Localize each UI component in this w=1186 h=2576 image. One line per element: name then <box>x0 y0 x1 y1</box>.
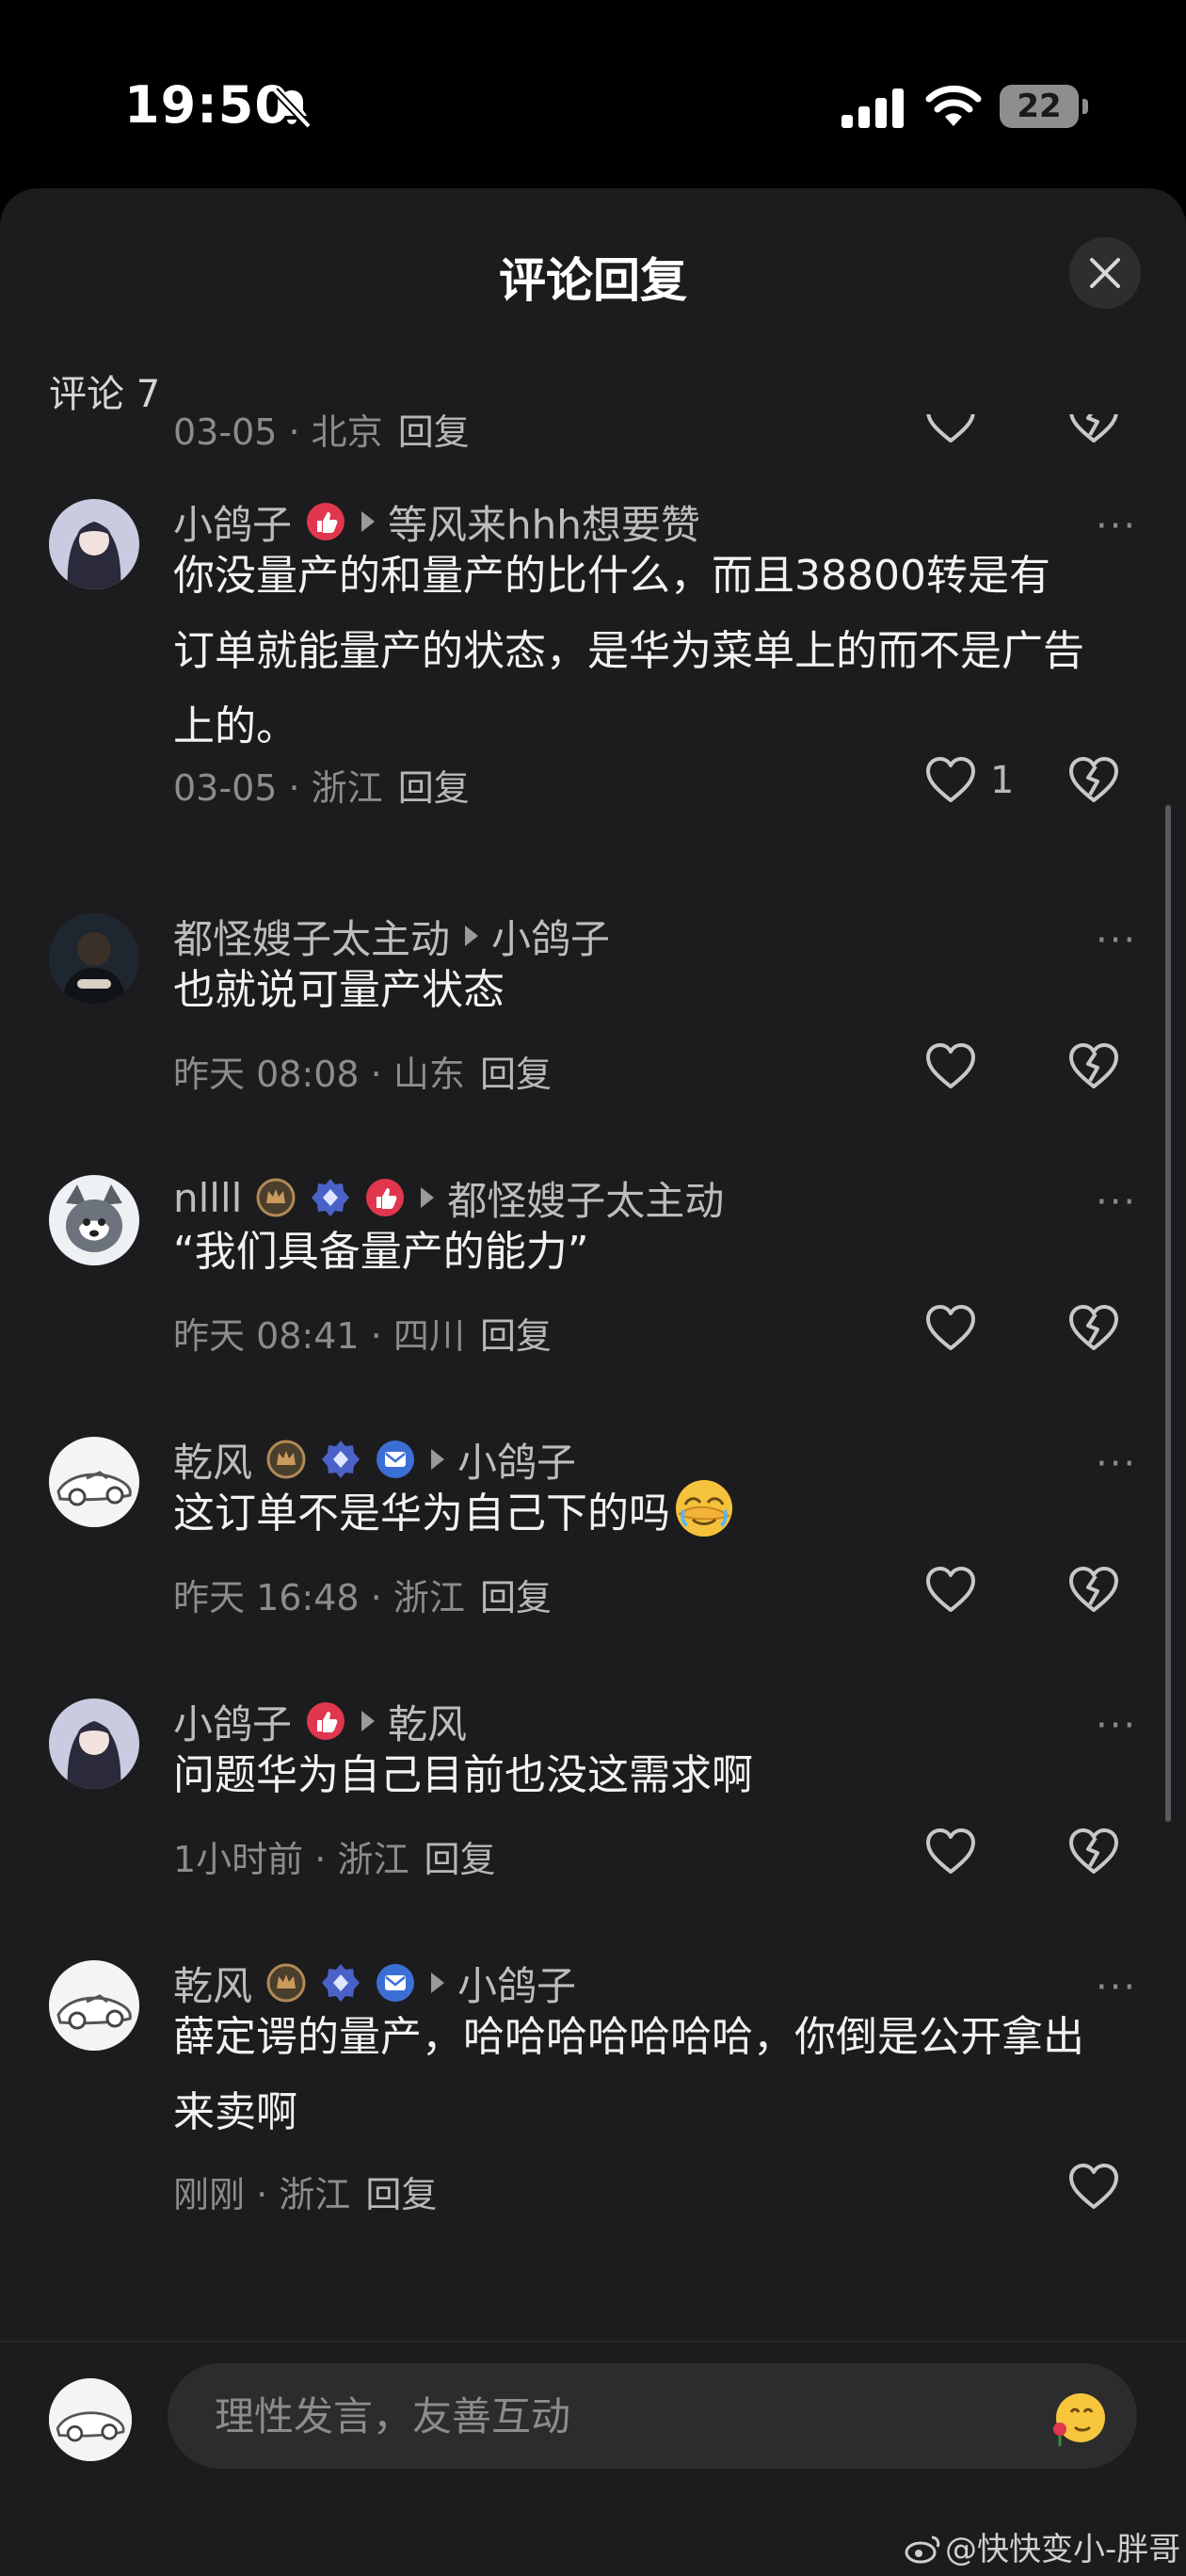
comment-row: 乾风 小鸽子 ··· 薛定谔的量产，哈哈哈哈哈哈哈，你倒是公开拿出 来卖啊 刚刚… <box>0 1955 1186 2256</box>
thumb-badge-icon <box>307 1702 345 1740</box>
reply-link[interactable]: 回复 <box>365 2174 437 2215</box>
sheet-title: 评论回复 <box>499 253 687 308</box>
emoji-icon[interactable] <box>1049 2388 1109 2448</box>
comment-row: 乾风 小鸽子 ··· 这订单不是华为自己下的吗 昨天 16:48 · 浙江 回复 <box>0 1431 1186 1638</box>
partial-comment-row: 03-05 · 北京 回复 <box>0 414 1186 463</box>
mail-badge-icon <box>377 1441 415 1478</box>
comment-list[interactable]: 03-05 · 北京 回复 小鸽子 等风来hhh想要赞 ··· 你没量产的和量产… <box>0 414 1186 2504</box>
wifi-icon <box>925 85 982 126</box>
comment-text: 这订单不是华为自己下的吗 <box>173 1476 1143 1552</box>
crown-badge-icon <box>266 1963 306 2003</box>
comment-text: 问题华为自己目前也没这需求啊 <box>173 1751 753 1799</box>
broken-heart-icon[interactable] <box>1067 1039 1120 1092</box>
comment-input[interactable] <box>215 2363 1062 2469</box>
comment-meta: 03-05 · 浙江 回复 <box>173 767 470 809</box>
scrollbar[interactable] <box>1165 805 1171 1822</box>
broken-heart-icon[interactable] <box>1067 753 1120 806</box>
reply-link[interactable]: 回复 <box>398 414 470 453</box>
comment-text: 你没量产的和量产的比什么，而且38800转是有 订单就能量产的状态，是华为菜单上… <box>173 552 1084 750</box>
comment-count: 评论 7 <box>49 373 161 416</box>
broken-heart-icon[interactable] <box>1067 1301 1120 1354</box>
broken-heart-icon[interactable] <box>1067 414 1120 446</box>
broken-heart-icon[interactable] <box>1067 1563 1120 1616</box>
comment-meta: 1小时前 · 浙江 回复 <box>173 1839 496 1880</box>
reply-link[interactable]: 回复 <box>480 1577 552 1618</box>
cellular-signal-icon <box>841 89 904 128</box>
avatar[interactable] <box>49 1960 139 2051</box>
crown-badge-icon <box>256 1178 296 1217</box>
heart-icon[interactable] <box>924 414 977 444</box>
bell-slash-icon <box>272 88 312 129</box>
comment-input-bar: @快快变小-胖哥 <box>0 2341 1186 2576</box>
avatar[interactable] <box>49 499 139 589</box>
comment-text: “我们具备量产的能力” <box>173 1228 589 1276</box>
heart-icon[interactable] <box>1067 2162 1120 2211</box>
heart-icon[interactable] <box>924 1303 977 1352</box>
comment-reply-sheet: 评论回复 评论 7 03-05 · 北京 回复 小鸽子 等风来hhh想要赞 ·· <box>0 188 1186 2576</box>
diamond-badge-icon <box>322 1964 361 2002</box>
facepalm-emoji-icon <box>676 1480 732 1537</box>
status-time: 19:50 <box>124 75 291 135</box>
comment-row: 小鸽子 等风来hhh想要赞 ··· 你没量产的和量产的比什么，而且38800转是… <box>0 493 1186 851</box>
battery-level: 22 <box>1017 88 1062 125</box>
battery-indicator: 22 <box>1000 85 1088 128</box>
heart-icon[interactable] <box>924 755 977 804</box>
reply-link[interactable]: 回复 <box>398 767 470 809</box>
heart-icon[interactable] <box>924 1565 977 1614</box>
comment-meta: 刚刚 · 浙江 回复 <box>173 2174 438 2215</box>
reply-link[interactable]: 回复 <box>425 1839 496 1880</box>
like-count: 1 <box>990 759 1015 802</box>
thumb-badge-icon <box>307 503 345 540</box>
avatar[interactable] <box>49 1175 139 1265</box>
comment-row: nllll 都怪嫂子太主动 ··· “我们具备量产的能力” 昨天 08:41 ·… <box>0 1169 1186 1377</box>
comment-row: 小鸽子 乾风 ··· 问题华为自己目前也没这需求啊 1小时前 · 浙江 回复 <box>0 1693 1186 1900</box>
broken-heart-icon[interactable] <box>1067 1825 1120 1877</box>
comment-input-box[interactable] <box>168 2363 1137 2469</box>
heart-icon[interactable] <box>924 1827 977 1876</box>
watermark: @快快变小-胖哥 <box>904 2523 1180 2569</box>
reply-link[interactable]: 回复 <box>480 1315 552 1357</box>
diamond-badge-icon <box>322 1441 361 1478</box>
reply-link[interactable]: 回复 <box>480 1054 552 1095</box>
comment-meta: 昨天 16:48 · 浙江 回复 <box>173 1577 552 1618</box>
comment-meta: 昨天 08:41 · 四川 回复 <box>173 1315 552 1357</box>
avatar <box>49 2378 132 2461</box>
crown-badge-icon <box>266 1440 306 1479</box>
status-bar: 19:50 22 <box>0 0 1186 188</box>
avatar[interactable] <box>49 1699 139 1789</box>
avatar[interactable] <box>49 1437 139 1527</box>
comment-meta: 昨天 08:08 · 山东 回复 <box>173 1054 552 1095</box>
close-button[interactable] <box>1069 237 1141 309</box>
weibo-logo-icon <box>905 2536 940 2564</box>
avatar[interactable] <box>49 913 139 1004</box>
close-icon <box>1090 258 1120 288</box>
comment-meta: 03-05 · 北京 回复 <box>173 414 470 455</box>
mail-badge-icon <box>377 1964 415 2002</box>
heart-icon[interactable] <box>924 1041 977 1090</box>
diamond-badge-icon <box>312 1179 350 1216</box>
comment-row: 都怪嫂子太主动 小鸽子 ··· 也就说可量产状态 昨天 08:08 · 山东 回… <box>0 908 1186 1115</box>
comment-text: 也就说可量产状态 <box>173 966 505 1014</box>
comment-text: 薛定谔的量产，哈哈哈哈哈哈哈，你倒是公开拿出 来卖啊 <box>173 2013 1084 2136</box>
thumb-badge-icon <box>366 1179 405 1216</box>
